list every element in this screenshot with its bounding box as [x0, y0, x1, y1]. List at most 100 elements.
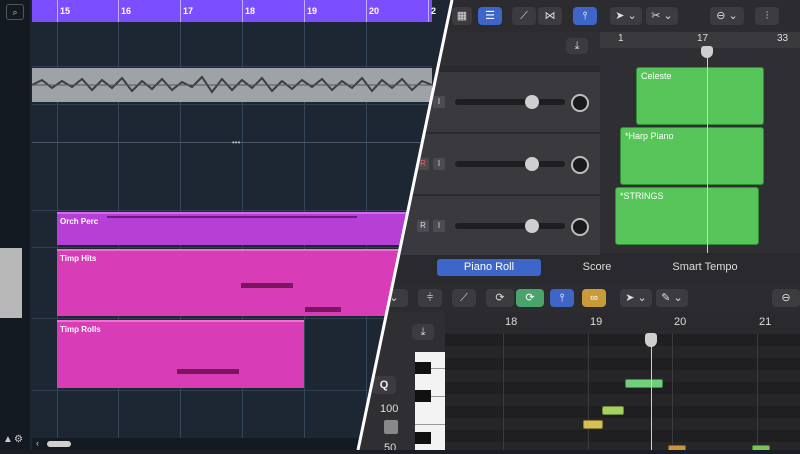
volume-knob[interactable] [525, 95, 539, 109]
editor-tab-bar: Piano Roll Score Smart Tempo [395, 255, 800, 280]
midi-note[interactable] [602, 406, 624, 415]
piano-keyboard[interactable] [415, 352, 445, 450]
pointer-tool-button[interactable]: ➤ ⌄ [620, 289, 652, 307]
pointer-icon: ➤ ⌄ [615, 10, 637, 22]
pan-dial[interactable] [571, 218, 589, 236]
region-timp-rolls[interactable]: Timp Rolls [57, 320, 304, 388]
catch-button[interactable]: ⫯ [573, 7, 597, 25]
ruler-bar-number: 17 [183, 6, 194, 16]
ruler-bar-number: 21 [759, 316, 772, 328]
ruler-bar-number: 33 [777, 33, 789, 44]
volume-slider[interactable] [455, 219, 565, 233]
minus-circle-icon: ⊖ ⌄ [716, 10, 738, 22]
input-monitor-button[interactable]: I [433, 220, 445, 232]
ruler-bar-number: 18 [505, 316, 518, 328]
waveform-graphic [32, 75, 432, 94]
velocity-label: 100 [380, 403, 399, 415]
tab-piano-roll[interactable]: Piano Roll [437, 259, 541, 276]
grid-icon: ▦ [456, 10, 468, 22]
ruler-bar-number: 19 [307, 6, 318, 16]
midi-out-icon: ⟳ [525, 292, 535, 304]
midi-note[interactable] [625, 379, 663, 388]
automation-button[interactable]: ⟋ [452, 289, 476, 307]
settings-icon[interactable]: ⚙ [14, 434, 23, 445]
region-label: Celeste [641, 71, 672, 81]
volume-slider[interactable] [455, 95, 565, 109]
arrange-ruler[interactable]: 1 17 33 [600, 32, 800, 48]
volume-knob[interactable] [525, 157, 539, 171]
input-monitor-button[interactable]: I [433, 96, 445, 108]
snap-menu-button[interactable]: ⊖ [772, 289, 800, 307]
playhead-handle[interactable] [701, 46, 713, 58]
pan-dial[interactable] [571, 94, 589, 112]
ruler-bar-number: 1 [618, 33, 624, 44]
pencil-tool-button[interactable]: ✎ ⌄ [656, 289, 688, 307]
add-button[interactable]: ⤓ [412, 324, 434, 340]
velocity-knob[interactable] [384, 420, 398, 434]
region-label: *STRINGS [620, 191, 664, 201]
region-strings[interactable]: *STRINGS [615, 187, 759, 245]
record-enable-button[interactable]: R [417, 220, 429, 232]
flex-button[interactable]: ⋈ [538, 7, 562, 25]
ruler-bar-number: 20 [369, 6, 380, 16]
ruler-bar-number: 15 [60, 6, 71, 16]
record-enable-button[interactable]: R [417, 158, 429, 170]
midi-note [177, 369, 239, 374]
region-harp-piano[interactable]: *Harp Piano [620, 127, 764, 185]
list-view-button[interactable]: ☰ [478, 7, 502, 25]
region-label: Timp Rolls [60, 325, 101, 334]
ruler-bar-number: 16 [121, 6, 132, 16]
link-icon: ∞ [590, 292, 598, 304]
midi-note[interactable] [583, 420, 603, 429]
scrollbar-thumb[interactable] [47, 441, 71, 447]
pointer-tool-button[interactable]: ➤ ⌄ [610, 7, 642, 25]
region-timp-hits[interactable]: Timp Hits [57, 249, 437, 316]
ruler-bar-number: 17 [697, 33, 709, 44]
add-track-button[interactable]: ⤓ [566, 38, 588, 54]
pencil-icon: ✎ ⌄ [661, 292, 683, 304]
catch-icon: ⫯ [582, 10, 588, 22]
playhead[interactable] [651, 334, 652, 450]
playhead-handle[interactable] [645, 333, 657, 347]
input-monitor-button[interactable]: I [433, 158, 445, 170]
volume-slider[interactable] [455, 157, 565, 171]
catch-icon: ⫯ [559, 292, 565, 304]
curve-icon: ⟋ [520, 10, 528, 22]
grid-view-button[interactable]: ▦ [452, 7, 472, 25]
drag-handle-icon[interactable]: ••• [232, 138, 240, 147]
piano-roll-ruler[interactable]: 18 19 20 21 [445, 312, 800, 334]
tab-smart-tempo[interactable]: Smart Tempo [653, 259, 757, 276]
horizontal-scrollbar[interactable]: ‹ [32, 438, 412, 450]
link-button[interactable]: ∞ [582, 289, 606, 307]
search-icon[interactable]: ⌕ [6, 4, 24, 20]
ruler-bar-number: 19 [590, 316, 603, 328]
playhead[interactable] [707, 48, 708, 253]
midi-in-button[interactable]: ⟳ [486, 289, 514, 307]
timeline-ruler[interactable]: 15 16 17 18 19 20 2 [32, 0, 436, 22]
track-row[interactable]: R I [395, 134, 600, 195]
region-celeste[interactable]: Celeste [636, 67, 764, 125]
automation-button[interactable]: ⟋ [512, 7, 536, 25]
quantize-button[interactable]: ⫩ [418, 289, 442, 307]
snap-menu-button[interactable]: ⊖ ⌄ [710, 7, 744, 25]
audio-waveform-region[interactable] [32, 68, 432, 102]
quantize-q-button[interactable]: Q [372, 376, 396, 394]
pan-dial[interactable] [571, 156, 589, 174]
scissors-tool-button[interactable]: ✂ ⌄ [646, 7, 678, 25]
track-selected-indicator [0, 248, 22, 318]
piano-roll-grid[interactable] [445, 334, 800, 450]
zoom-out-icon[interactable]: ▲ [3, 434, 13, 445]
tab-score[interactable]: Score [545, 259, 649, 276]
waveform-zoom-button[interactable]: ⫶ [755, 7, 779, 25]
track-list-gutter: ⌕ ⚙ ▲ [0, 0, 30, 450]
catch-button[interactable]: ⫯ [550, 289, 574, 307]
ruler-bar-number: 20 [674, 316, 687, 328]
volume-knob[interactable] [525, 219, 539, 233]
midi-out-button[interactable]: ⟳ [516, 289, 544, 307]
scroll-left-icon[interactable]: ‹ [36, 438, 39, 448]
waveform-icon: ⫶ [765, 10, 769, 22]
region-orch-perc[interactable]: Orch Perc [57, 212, 437, 245]
midi-note [305, 307, 341, 312]
track-row[interactable]: R I [395, 196, 600, 257]
download-icon: ⤓ [420, 326, 426, 338]
